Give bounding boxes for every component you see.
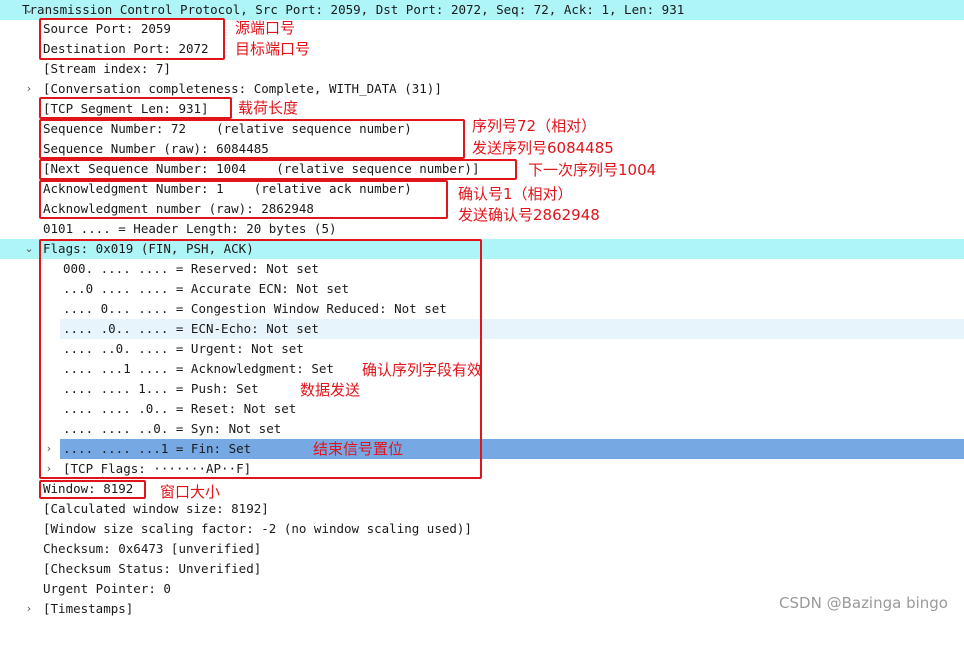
seq-text: Sequence Number: 72 (relative sequence n…	[43, 121, 412, 136]
flag-rst-text: .... .... .0.. = Reset: Not set	[63, 401, 297, 416]
tree-row-flag-syn[interactable]: .... .... ..0. = Syn: Not set	[0, 419, 964, 439]
checksum-status-text: [Checksum Status: Unverified]	[43, 561, 262, 576]
conversation-text: [Conversation completeness: Complete, WI…	[43, 81, 442, 96]
stream-text: [Stream index: 7]	[43, 61, 171, 76]
calc-window-text: [Calculated window size: 8192]	[43, 501, 269, 516]
flags-text: Flags: 0x019 (FIN, PSH, ACK)	[43, 241, 254, 256]
tree-row-next-seq[interactable]: [Next Sequence Number: 1004 (relative se…	[0, 159, 964, 179]
seq-raw-text: Sequence Number (raw): 6084485	[43, 141, 269, 156]
urgent-pointer-text: Urgent Pointer: 0	[43, 581, 171, 596]
ack-text: Acknowledgment Number: 1 (relative ack n…	[43, 181, 412, 196]
tree-row-scaling[interactable]: [Window size scaling factor: -2 (no wind…	[0, 519, 964, 539]
flag-psh-text: .... .... 1... = Push: Set	[63, 381, 259, 396]
scaling-text: [Window size scaling factor: -2 (no wind…	[43, 521, 472, 536]
flag-cwr-text: .... 0... .... = Congestion Window Reduc…	[63, 301, 447, 316]
tree-row-window[interactable]: Window: 8192	[0, 479, 964, 499]
checksum-text: Checksum: 0x6473 [unverified]	[43, 541, 262, 556]
tree-row-checksum[interactable]: Checksum: 0x6473 [unverified]	[0, 539, 964, 559]
src-port-text: Source Port: 2059	[43, 21, 171, 36]
chevron-right-icon[interactable]: ›	[22, 599, 36, 619]
tcp-header-row[interactable]: ⌄ Transmission Control Protocol, Src Por…	[0, 0, 964, 20]
tree-row-flag-psh[interactable]: .... .... 1... = Push: Set	[0, 379, 964, 399]
annotation-seg-len: 载荷长度	[238, 99, 299, 117]
watermark: CSDN @Bazinga bingo	[779, 594, 948, 612]
tree-row-flag-ecn[interactable]: .... .0.. .... = ECN-Echo: Not set	[0, 319, 964, 339]
annotation-ack-flag: 确认序列字段有效	[362, 361, 483, 379]
flag-ecn-text: .... .0.. .... = ECN-Echo: Not set	[63, 321, 319, 336]
tree-row-conversation[interactable]: › [Conversation completeness: Complete, …	[0, 79, 964, 99]
tree-row-dst-port[interactable]: Destination Port: 2072	[0, 39, 964, 59]
annotation-seq-raw: 发送序列号6084485	[472, 139, 614, 157]
next-seq-text: [Next Sequence Number: 1004 (relative se…	[43, 161, 480, 176]
dst-port-text: Destination Port: 2072	[43, 41, 209, 56]
annotation-push: 数据发送	[300, 381, 361, 399]
tree-row-flag-cwr[interactable]: .... 0... .... = Congestion Window Reduc…	[0, 299, 964, 319]
tree-row-stream[interactable]: [Stream index: 7]	[0, 59, 964, 79]
tree-row-calc-window[interactable]: [Calculated window size: 8192]	[0, 499, 964, 519]
chevron-down-icon[interactable]: ⌄	[22, 239, 36, 259]
flag-reserved-text: 000. .... .... = Reserved: Not set	[63, 261, 319, 276]
annotation-src-port: 源端口号	[235, 19, 296, 37]
header-length-text: 0101 .... = Header Length: 20 bytes (5)	[43, 221, 337, 236]
flag-ack-text: .... ...1 .... = Acknowledgment: Set	[63, 361, 334, 376]
flag-syn-text: .... .... ..0. = Syn: Not set	[63, 421, 282, 436]
seg-len-text: [TCP Segment Len: 931]	[43, 101, 209, 116]
chevron-right-icon[interactable]: ›	[42, 439, 56, 459]
annotation-ack: 确认号1（相对）	[458, 185, 573, 203]
tree-row-checksum-status[interactable]: [Checksum Status: Unverified]	[0, 559, 964, 579]
tree-row-flags[interactable]: ⌄ Flags: 0x019 (FIN, PSH, ACK)	[0, 239, 964, 259]
tree-row-flag-reserved[interactable]: 000. .... .... = Reserved: Not set	[0, 259, 964, 279]
flag-fin-text: .... .... ...1 = Fin: Set	[63, 441, 252, 456]
annotation-fin: 结束信号置位	[313, 440, 404, 458]
flag-urg-text: .... ..0. .... = Urgent: Not set	[63, 341, 304, 356]
annotation-next-seq: 下一次序列号1004	[528, 161, 657, 179]
annotation-dst-port: 目标端口号	[235, 40, 311, 58]
annotation-seq: 序列号72（相对）	[472, 117, 597, 135]
timestamps-text: [Timestamps]	[43, 601, 134, 616]
chevron-right-icon[interactable]: ›	[22, 79, 36, 99]
ack-raw-text: Acknowledgment number (raw): 2862948	[43, 201, 314, 216]
tree-row-tcp-flags[interactable]: › [TCP Flags: ·······AP··F]	[0, 459, 964, 479]
tcp-header-label: Transmission Control Protocol, Src Port:…	[22, 2, 685, 17]
tree-row-src-port[interactable]: Source Port: 2059	[0, 19, 964, 39]
tree-row-flag-fin[interactable]: › .... .... ...1 = Fin: Set	[0, 439, 964, 459]
chevron-right-icon[interactable]: ›	[42, 459, 56, 479]
tree-row-flag-rst[interactable]: .... .... .0.. = Reset: Not set	[0, 399, 964, 419]
tcp-flags-text: [TCP Flags: ·······AP··F]	[63, 461, 252, 476]
tree-row-flag-accecn[interactable]: ...0 .... .... = Accurate ECN: Not set	[0, 279, 964, 299]
tree-row-flag-urg[interactable]: .... ..0. .... = Urgent: Not set	[0, 339, 964, 359]
annotation-ack-raw: 发送确认号2862948	[458, 206, 600, 224]
window-text: Window: 8192	[43, 481, 134, 496]
annotation-window: 窗口大小	[160, 483, 221, 501]
flag-accecn-text: ...0 .... .... = Accurate ECN: Not set	[63, 281, 349, 296]
